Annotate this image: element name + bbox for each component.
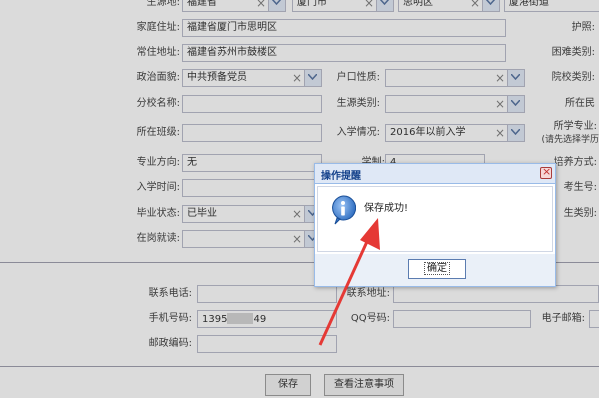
ok-button-label: 确定 — [424, 262, 450, 275]
close-icon[interactable]: × — [540, 165, 552, 179]
ok-button[interactable]: 确定 — [408, 259, 466, 279]
dialog-header: 操作提醒 × — [315, 164, 555, 184]
annotation-arrow — [318, 218, 380, 346]
dialog-title: 操作提醒 — [321, 171, 361, 182]
